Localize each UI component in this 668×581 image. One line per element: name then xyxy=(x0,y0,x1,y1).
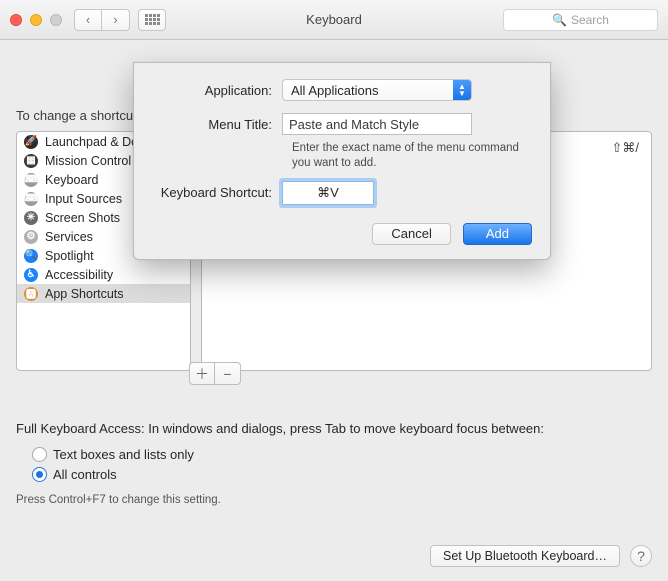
search-icon: 🔍 xyxy=(552,13,567,27)
bluetooth-keyboard-button[interactable]: Set Up Bluetooth Keyboard… xyxy=(430,545,620,567)
keyboard-shortcut-label: Keyboard Shortcut: xyxy=(152,185,282,200)
chevron-left-icon: ‹ xyxy=(86,12,90,27)
search-placeholder: Search xyxy=(571,13,609,27)
keyboard-shortcut-field[interactable]: ⌘V xyxy=(282,181,374,205)
application-value: All Applications xyxy=(291,83,378,98)
remove-shortcut-button[interactable]: − xyxy=(215,362,241,385)
sidebar-item-label: App Shortcuts xyxy=(45,287,124,301)
shortcut-value-display: ⇧⌘/ xyxy=(611,140,639,156)
application-label: Application: xyxy=(152,83,282,98)
nav-buttons: ‹ › xyxy=(74,9,166,31)
category-icon: ▦ xyxy=(23,153,39,169)
radio-all-controls[interactable]: All controls xyxy=(32,464,652,484)
menu-title-field[interactable]: Paste and Match Style xyxy=(282,113,472,135)
help-icon: ? xyxy=(637,548,645,564)
radio-text-boxes-only[interactable]: Text boxes and lists only xyxy=(32,444,652,464)
add-shortcut-sheet: Application: All Applications ▲▼ Menu Ti… xyxy=(133,62,551,260)
sidebar-item-label: Accessibility xyxy=(45,268,113,282)
menu-title-label: Menu Title: xyxy=(152,117,282,132)
minimize-window-button[interactable] xyxy=(30,14,42,26)
radio-indicator-icon xyxy=(32,447,47,462)
add-shortcut-button[interactable]: ＋ xyxy=(189,362,215,385)
sidebar-item-app-shortcuts[interactable]: 🅰︎ App Shortcuts xyxy=(17,284,190,303)
titlebar: ‹ › Keyboard 🔍 Search xyxy=(0,0,668,40)
category-icon: 🔍 xyxy=(23,248,39,264)
sidebar-item-label: Input Sources xyxy=(45,192,122,206)
plus-icon: ＋ xyxy=(195,364,209,384)
category-icon: ⚙︎ xyxy=(23,229,39,245)
menu-title-help: Enter the exact name of the menu command… xyxy=(292,141,522,171)
full-keyboard-access-radiogroup: Text boxes and lists only All controls xyxy=(32,444,652,484)
sidebar-item-label: Spotlight xyxy=(45,249,94,263)
close-window-button[interactable] xyxy=(10,14,22,26)
sidebar-item-label: Services xyxy=(45,230,93,244)
minus-icon: − xyxy=(223,366,231,382)
grid-icon xyxy=(145,14,160,25)
category-icon: ✳︎ xyxy=(23,210,39,226)
sidebar-item-label: Screen Shots xyxy=(45,211,120,225)
full-access-hint: Press Control+F7 to change this setting. xyxy=(16,494,652,506)
cancel-button[interactable]: Cancel xyxy=(372,223,450,245)
help-button[interactable]: ? xyxy=(630,545,652,567)
radio-label: All controls xyxy=(53,467,117,482)
category-icon: ⌨︎ xyxy=(23,172,39,188)
traffic-lights xyxy=(10,14,62,26)
add-button[interactable]: Add xyxy=(463,223,532,245)
chevron-right-icon: › xyxy=(113,12,117,27)
category-icon: 🅰︎ xyxy=(23,286,39,302)
prefpane-content: To change a shortcut, select it, double-… xyxy=(0,40,668,581)
forward-button[interactable]: › xyxy=(102,9,130,31)
sidebar-item-accessibility[interactable]: ♿︎ Accessibility xyxy=(17,265,190,284)
radio-indicator-icon xyxy=(32,467,47,482)
zoom-window-button[interactable] xyxy=(50,14,62,26)
full-keyboard-access-label: Full Keyboard Access: In windows and dia… xyxy=(16,421,652,436)
sidebar-item-label: Mission Control xyxy=(45,154,131,168)
category-icon: 🚀 xyxy=(23,134,39,150)
sidebar-item-label: Keyboard xyxy=(45,173,99,187)
show-all-button[interactable] xyxy=(138,9,166,31)
category-icon: ♿︎ xyxy=(23,267,39,283)
back-button[interactable]: ‹ xyxy=(74,9,102,31)
category-icon: ⌨︎ xyxy=(23,191,39,207)
radio-label: Text boxes and lists only xyxy=(53,447,194,462)
search-field[interactable]: 🔍 Search xyxy=(503,9,658,31)
add-remove-group: ＋ − xyxy=(189,362,241,385)
popup-arrows-icon: ▲▼ xyxy=(453,80,471,100)
application-popup[interactable]: All Applications ▲▼ xyxy=(282,79,472,101)
